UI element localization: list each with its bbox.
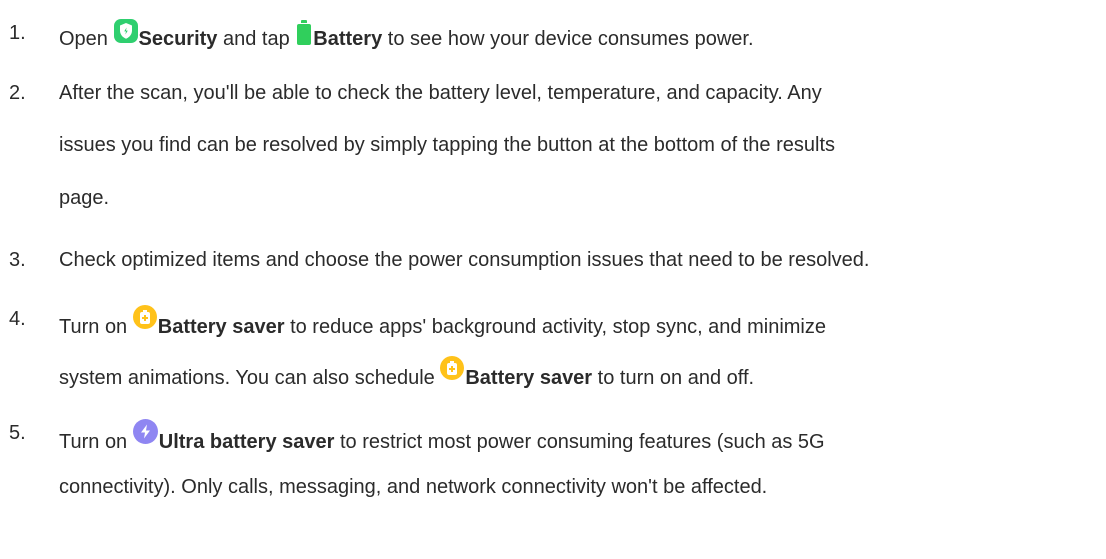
step-text-line: Check optimized items and choose the pow…	[59, 249, 870, 271]
ultra-battery-saver-label: Ultra battery saver	[158, 431, 335, 453]
step-text-line: After the scan, you'll be able to check …	[59, 82, 822, 104]
battery-saver-icon	[132, 305, 157, 329]
step-number: 1.	[9, 22, 26, 44]
step-number: 2.	[9, 82, 26, 104]
step-number: 4.	[9, 308, 26, 330]
step-1-and-tap-text: and tap	[223, 28, 290, 50]
battery-icon	[297, 20, 312, 45]
security-shield-icon	[113, 19, 138, 43]
step-text-line: issues you find can be resolved by simpl…	[59, 134, 836, 156]
step-text-line: page.	[59, 187, 110, 209]
step-4-tail-text: to reduce apps' background activity, sto…	[290, 316, 826, 338]
step-4-turn-on-text: Turn on	[59, 316, 128, 338]
battery-saver-label: Battery saver	[465, 367, 593, 389]
step-1-tail-text: to see how your device consumes power.	[387, 28, 754, 50]
security-label: Security	[138, 28, 218, 50]
battery-saver-icon	[440, 356, 465, 380]
step-4-lead-text: system animations. You can also schedule	[59, 367, 435, 389]
battery-label: Battery	[313, 28, 383, 50]
step-number: 5.	[9, 422, 26, 444]
ultra-battery-saver-icon	[132, 419, 158, 444]
step-4-tail-text-2: to turn on and off.	[597, 367, 755, 389]
step-text: Turn on Ultra battery saver to restrict …	[59, 419, 825, 456]
step-text: Turn on Battery saver to reduce apps' ba…	[59, 305, 826, 341]
step-number: 3.	[9, 249, 26, 271]
step-text: system animations. You can also schedule…	[59, 356, 754, 392]
step-text: Open Security and tap Battery to see how…	[59, 19, 754, 53]
step-5-tail-text: to restrict most power consuming feature…	[339, 431, 825, 453]
battery-saver-label: Battery saver	[157, 316, 285, 338]
step-1-open-text: Open	[59, 28, 108, 50]
step-text-line: connectivity). Only calls, messaging, an…	[59, 476, 768, 498]
step-5-turn-on-text: Turn on	[59, 431, 128, 453]
